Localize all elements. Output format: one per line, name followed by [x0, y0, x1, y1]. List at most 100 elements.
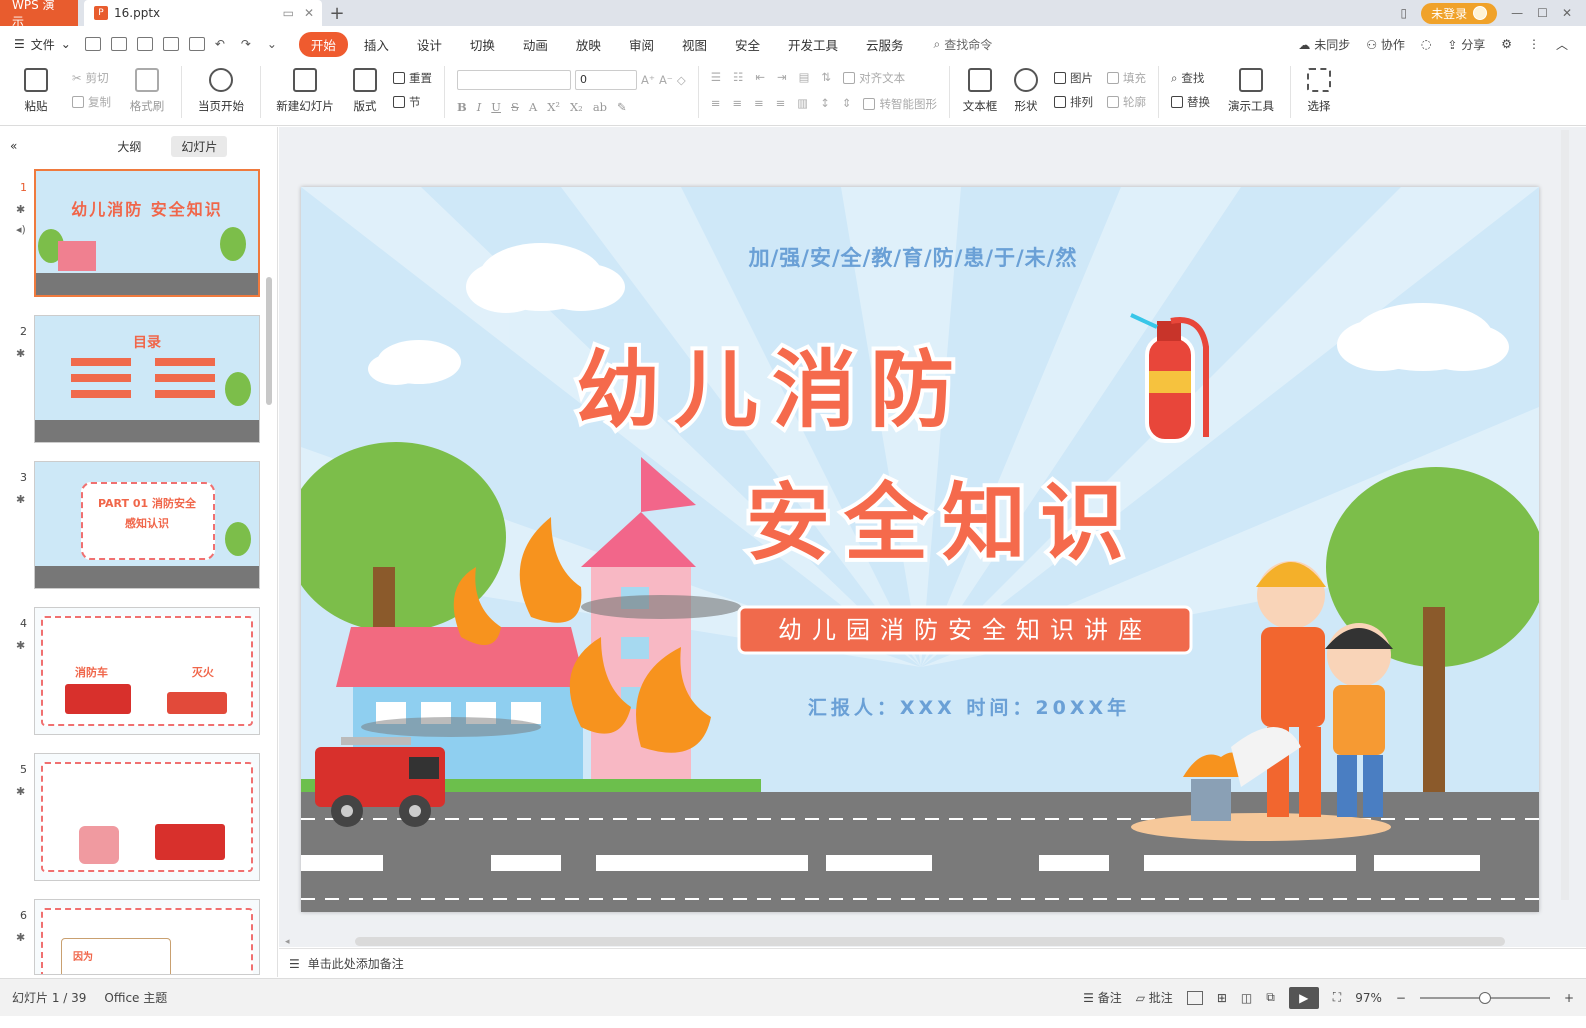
tab-design[interactable]: 设计	[405, 32, 454, 57]
slide-thumbnail[interactable]: 幼儿消防 安全知识	[34, 169, 260, 297]
document-tab[interactable]: P 16.pptx ▭ ✕	[84, 0, 322, 26]
slide-thumbnail[interactable]: 消防车 灭火	[34, 607, 260, 735]
open-icon[interactable]	[84, 37, 101, 51]
new-tab-button[interactable]: +	[322, 0, 352, 26]
tab-cloud[interactable]: 云服务	[854, 32, 916, 57]
justify-icon[interactable]: ≡	[776, 96, 786, 112]
line-spacing-icon[interactable]: ↕	[820, 96, 830, 112]
zoom-in-icon[interactable]: +	[1564, 991, 1574, 1005]
close-tab-icon[interactable]: ✕	[304, 6, 314, 20]
reading-view-icon[interactable]: ◫	[1241, 991, 1252, 1005]
align-left-icon[interactable]: ≡	[711, 96, 721, 112]
command-search[interactable]: ⌕ 查找命令	[934, 36, 993, 53]
close-window-button[interactable]: ✕	[1562, 6, 1572, 20]
play-from-current-button[interactable]: 当页开始	[188, 66, 254, 114]
shape-button[interactable]: 形状	[1006, 66, 1046, 114]
italic-icon[interactable]: I	[477, 100, 482, 114]
font-family-select[interactable]	[457, 70, 571, 90]
login-button[interactable]: 未登录	[1421, 2, 1498, 24]
smartart-button[interactable]: 转智能图形	[863, 96, 937, 112]
replace-button[interactable]: 替换	[1170, 94, 1210, 110]
theme-name[interactable]: Office 主题	[104, 989, 167, 1006]
save-icon[interactable]	[110, 37, 127, 51]
section-button[interactable]: 节	[393, 94, 432, 110]
tab-slides[interactable]: 幻灯片	[171, 135, 228, 157]
file-menu[interactable]: ☰ 文件 ⌄	[14, 36, 85, 53]
outline-button[interactable]: 轮廓	[1106, 94, 1146, 110]
fill-button[interactable]: 填充	[1106, 70, 1146, 86]
app-tab[interactable]: WPS 演示	[0, 0, 78, 29]
outdent-icon[interactable]: ⇤	[755, 70, 765, 86]
superscript-icon[interactable]: X²	[547, 100, 560, 114]
zoom-slider-handle[interactable]	[1478, 991, 1491, 1004]
strikethrough-icon[interactable]: S	[511, 100, 519, 114]
screen-cast-icon[interactable]: ⧉	[1266, 990, 1275, 1005]
align-right-icon[interactable]: ≡	[754, 96, 764, 112]
slide-thumbnail[interactable]: PART 01 消防安全 感知认识	[34, 461, 260, 589]
font-size-select[interactable]: 0	[575, 70, 637, 90]
maximize-button[interactable]: ☐	[1537, 6, 1548, 20]
distribute-icon[interactable]: ▥	[797, 96, 808, 112]
indent-icon[interactable]: ⇥	[777, 70, 787, 86]
export-icon[interactable]	[136, 37, 153, 51]
zoom-out-icon[interactable]: −	[1396, 991, 1406, 1005]
collapse-ribbon-icon[interactable]: ︿	[1556, 36, 1568, 53]
tab-security[interactable]: 安全	[723, 32, 772, 57]
cut-button[interactable]: ✂ 剪切	[72, 70, 111, 86]
print-preview-icon[interactable]	[188, 37, 205, 51]
customize-icon[interactable]: ⌄	[267, 37, 283, 51]
underline-icon[interactable]: U	[491, 100, 501, 114]
tab-animation[interactable]: 动画	[511, 32, 560, 57]
eraser-icon[interactable]: ◇	[677, 70, 686, 90]
tab-transition[interactable]: 切换	[458, 32, 507, 57]
para-spacing-icon[interactable]: ⇕	[842, 96, 852, 112]
tab-view[interactable]: 视图	[670, 32, 719, 57]
settings-icon[interactable]: ⚙	[1501, 37, 1512, 51]
tab-review[interactable]: 审阅	[617, 32, 666, 57]
new-slide-button[interactable]: 新建幻灯片	[267, 66, 343, 114]
slide-editor-canvas[interactable]: 加/强/安/全/教/育/防/患/于/未/然 幼儿消防 安全知识 幼儿园消防安全知…	[279, 127, 1586, 947]
bullet-list-icon[interactable]: ☰	[711, 70, 721, 86]
slide-thumbnail[interactable]	[34, 753, 260, 881]
align-center-icon[interactable]: ≡	[732, 96, 742, 112]
window-layout-icon[interactable]: ▯	[1401, 6, 1408, 20]
layout-button[interactable]: 版式	[345, 66, 385, 114]
arrange-button[interactable]: 排列	[1053, 94, 1093, 110]
comment-toggle-button[interactable]: ▱ 批注	[1136, 989, 1173, 1006]
text-direction-icon[interactable]: ▤	[799, 70, 810, 86]
find-button[interactable]: ⌕ 查找	[1171, 70, 1210, 86]
normal-view-icon[interactable]	[1186, 990, 1203, 1005]
fit-window-icon[interactable]: ⛶	[1333, 990, 1341, 1005]
font-color-icon[interactable]: A	[529, 100, 537, 114]
notes-toggle-button[interactable]: ☰ 备注	[1083, 989, 1122, 1006]
picture-button[interactable]: 图片	[1053, 70, 1093, 86]
subscript-icon[interactable]: X₂	[570, 100, 583, 114]
bold-icon[interactable]: B	[457, 100, 467, 114]
font-grow-icon[interactable]: A⁺	[641, 70, 655, 90]
select-button[interactable]: 选择	[1297, 66, 1341, 114]
redo-icon[interactable]: ↷	[241, 37, 257, 51]
sync-button[interactable]: ☁ 未同步	[1298, 36, 1350, 53]
tab-insert[interactable]: 插入	[352, 32, 401, 57]
phonetic-icon[interactable]: ab	[593, 100, 607, 114]
reset-button[interactable]: 重置	[393, 70, 432, 86]
slide-thumbnail[interactable]: 目录	[34, 315, 260, 443]
slideshow-play-button[interactable]: ▶	[1288, 986, 1319, 1009]
horizontal-scrollbar[interactable]	[355, 937, 1505, 946]
sorter-view-icon[interactable]: ⊞	[1217, 991, 1227, 1005]
zoom-slider[interactable]	[1419, 991, 1550, 1004]
notes-pane[interactable]: ☰ 单击此处添加备注	[279, 948, 1586, 978]
align-text-button[interactable]: 对齐文本	[843, 70, 905, 86]
highlight-icon[interactable]: ✎	[617, 100, 627, 114]
undo-icon[interactable]: ↶	[215, 37, 231, 51]
collapse-panel-icon[interactable]: «	[10, 139, 17, 153]
font-shrink-icon[interactable]: A⁻	[659, 70, 673, 90]
collaborate-button[interactable]: ⚇ 协作	[1366, 36, 1405, 53]
tab-outline[interactable]: 大纲	[107, 136, 151, 157]
tab-slideshow[interactable]: 放映	[564, 32, 613, 57]
sort-icon[interactable]: ⇅	[822, 70, 832, 86]
copy-button[interactable]: 复制	[72, 94, 111, 110]
comment-icon[interactable]: ◌	[1421, 37, 1431, 51]
tab-pin-icon[interactable]: ▭	[283, 6, 294, 20]
format-painter-button[interactable]: 格式刷	[119, 66, 175, 114]
